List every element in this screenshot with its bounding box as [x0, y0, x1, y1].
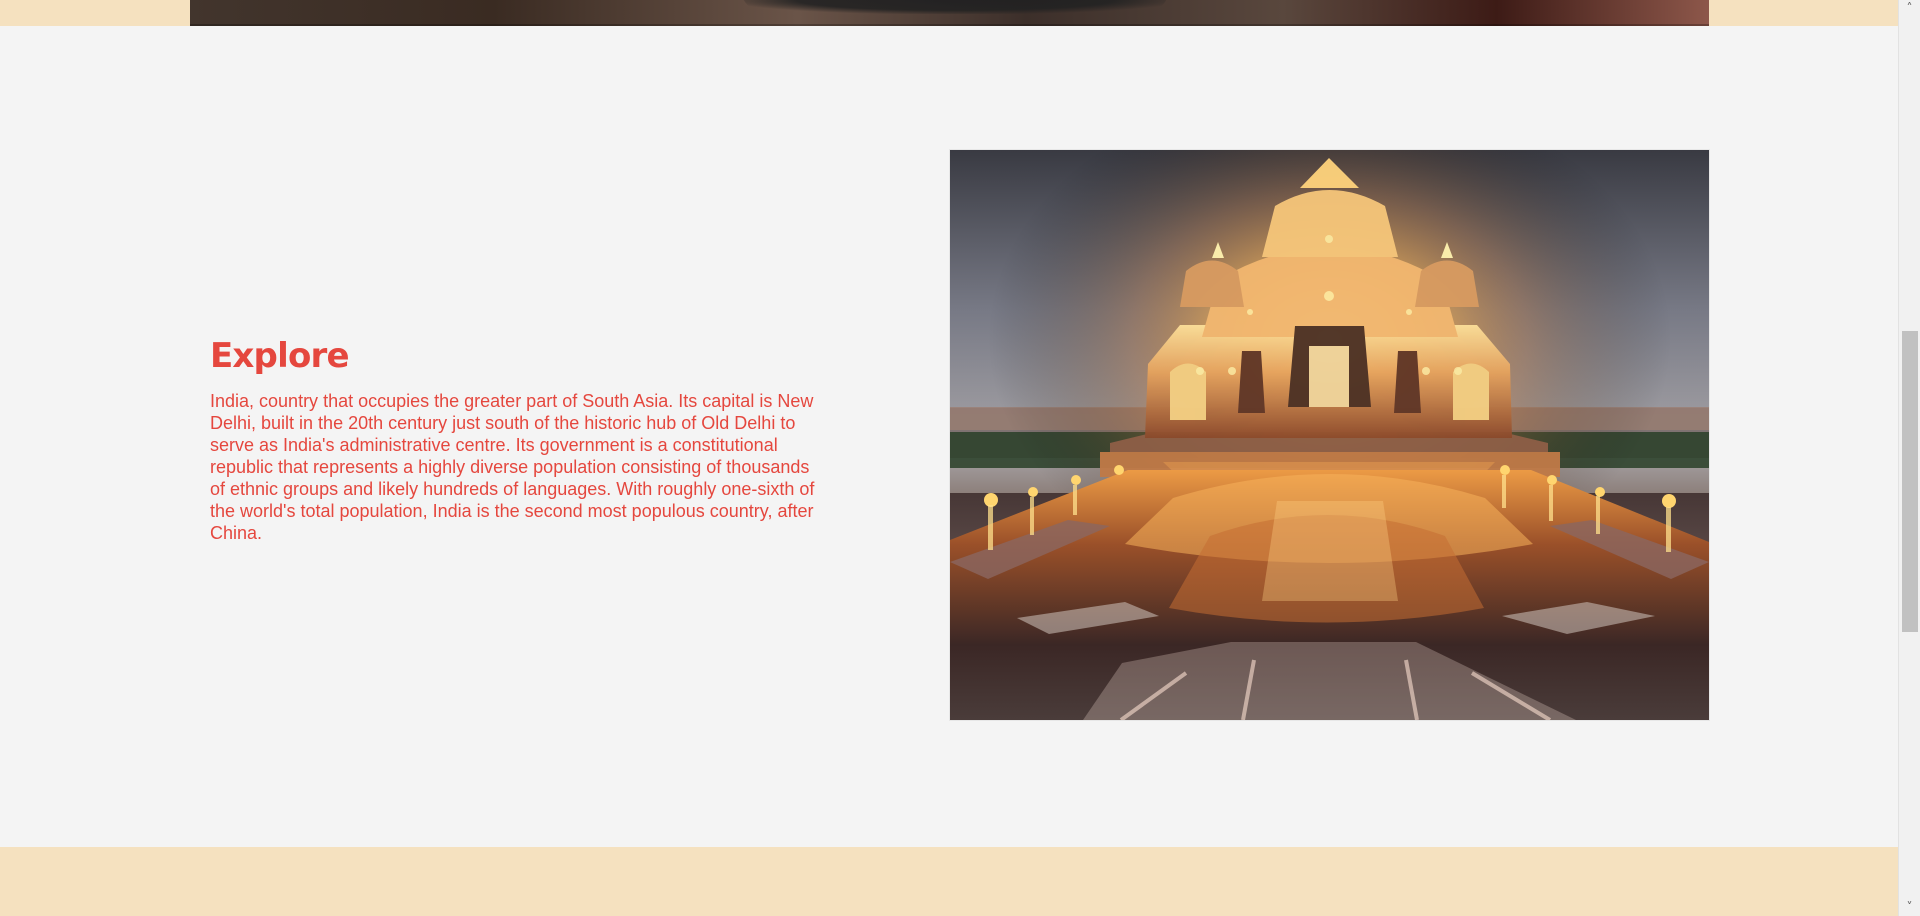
explore-copy-block: Explore India, country that occupies the… — [210, 334, 825, 544]
previous-section-image-strip — [190, 0, 1709, 26]
vertical-scrollbar[interactable]: ˄ ˅ — [1898, 0, 1920, 916]
scrollbar-thumb[interactable] — [1902, 331, 1918, 632]
chevron-down-icon[interactable]: ˅ — [1899, 899, 1920, 916]
web-page: Explore India, country that occupies the… — [0, 0, 1920, 916]
explore-section: Explore India, country that occupies the… — [0, 26, 1898, 847]
section-description: India, country that occupies the greater… — [210, 391, 815, 543]
illuminated-temple-image — [950, 150, 1709, 720]
next-section-band — [0, 847, 1898, 916]
chevron-up-icon[interactable]: ˄ — [1899, 0, 1920, 17]
section-title: Explore — [210, 336, 350, 376]
temple-photo — [950, 150, 1709, 720]
